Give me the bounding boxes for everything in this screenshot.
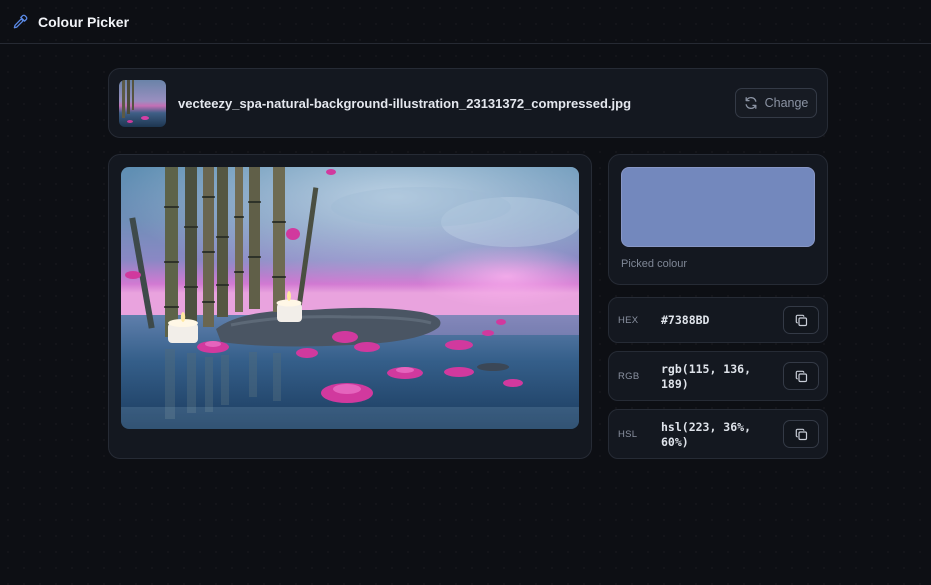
image-thumbnail [119, 79, 166, 127]
copy-rgb-button[interactable] [783, 362, 819, 390]
hsl-value: hsl(223, 36%, 60%) [661, 420, 752, 449]
hsl-label: HSL [618, 429, 638, 440]
app-title: Colour Picker [38, 13, 130, 30]
hex-value-row: HEX #7388BD [608, 297, 828, 343]
copy-icon [795, 314, 808, 327]
app-header: Colour Picker [0, 0, 931, 44]
swatch-label: Picked colour [621, 258, 688, 270]
hsl-value-row: HSL hsl(223, 36%, 60%) [608, 409, 828, 459]
copy-hsl-button[interactable] [783, 420, 819, 448]
change-button-label: Change [764, 96, 809, 110]
hex-value: #7388BD [661, 313, 710, 327]
refresh-icon [744, 96, 758, 110]
pickable-image[interactable] [121, 167, 579, 429]
copy-icon [795, 370, 808, 383]
copy-icon [795, 428, 808, 441]
picked-colour-card: Picked colour [608, 154, 828, 285]
image-preview-card [108, 154, 592, 459]
hex-label: HEX [618, 315, 639, 326]
rgb-value: rgb(115, 136, 189) [661, 362, 752, 391]
change-button[interactable]: Change [735, 88, 817, 118]
file-card: vecteezy_spa-natural-background-illustra… [108, 68, 828, 138]
rgb-label: RGB [618, 371, 640, 382]
copy-hex-button[interactable] [783, 306, 819, 334]
eyedropper-icon [12, 14, 28, 30]
rgb-value-row: RGB rgb(115, 136, 189) [608, 351, 828, 401]
file-name: vecteezy_spa-natural-background-illustra… [178, 95, 632, 111]
colour-swatch [621, 167, 815, 247]
